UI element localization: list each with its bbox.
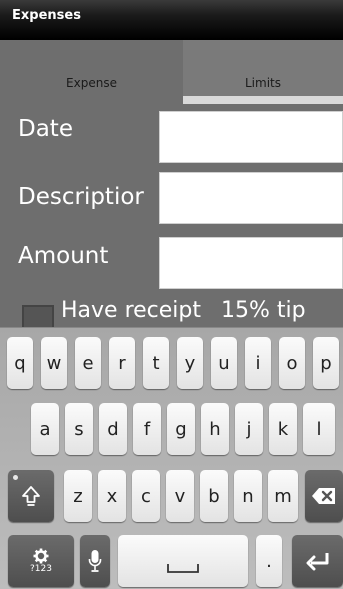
symbols-label: ?123	[30, 564, 52, 574]
backspace-icon	[312, 488, 335, 504]
amount-label: Amount	[18, 243, 109, 269]
key-c[interactable]: c	[132, 470, 160, 522]
receipt-row: Have receipt 15% tip	[0, 295, 343, 333]
tab-expense-label: Expense	[66, 76, 117, 90]
key-t[interactable]: t	[143, 337, 169, 389]
key-z[interactable]: z	[64, 470, 92, 522]
key-u[interactable]: u	[211, 337, 237, 389]
key-q[interactable]: q	[7, 337, 33, 389]
key-s[interactable]: s	[65, 403, 93, 455]
enter-icon	[306, 553, 328, 571]
amount-input[interactable]	[159, 237, 343, 289]
description-input[interactable]	[159, 172, 343, 224]
key-g[interactable]: g	[167, 403, 195, 455]
microphone-icon	[88, 550, 102, 572]
key-j[interactable]: j	[235, 403, 263, 455]
symbols-key[interactable]: ?123	[8, 535, 74, 587]
key-d[interactable]: d	[99, 403, 127, 455]
gear-icon	[33, 548, 49, 564]
tab-limits-label: Limits	[245, 76, 281, 90]
key-v[interactable]: v	[166, 470, 194, 522]
key-a[interactable]: a	[31, 403, 59, 455]
date-input[interactable]	[159, 111, 343, 163]
tab-bar: Expense Limits	[0, 40, 343, 104]
key-y[interactable]: y	[177, 337, 203, 389]
key-i[interactable]: i	[245, 337, 271, 389]
key-w[interactable]: w	[41, 337, 67, 389]
expense-screen: Expense Limits Date Descriptior Amount H…	[0, 40, 343, 333]
tip-label[interactable]: 15% tip	[221, 298, 306, 323]
period-key[interactable]: .	[256, 535, 282, 587]
key-o[interactable]: o	[279, 337, 305, 389]
key-b[interactable]: b	[200, 470, 228, 522]
key-m[interactable]: m	[268, 470, 298, 522]
space-key[interactable]	[118, 535, 248, 587]
microphone-key[interactable]	[80, 535, 110, 587]
key-k[interactable]: k	[269, 403, 297, 455]
key-x[interactable]: x	[98, 470, 126, 522]
app-title: Expenses	[12, 8, 81, 23]
key-l[interactable]: l	[303, 403, 335, 455]
tab-limits[interactable]: Limits	[183, 40, 343, 104]
key-e[interactable]: e	[75, 337, 101, 389]
receipt-label: Have receipt	[61, 298, 202, 323]
shift-indicator	[13, 475, 18, 480]
key-p[interactable]: p	[313, 337, 339, 389]
enter-key[interactable]	[292, 535, 343, 587]
soft-keyboard: q w e r t y u i o p a s d f g h j k l z …	[0, 327, 343, 589]
date-label: Date	[18, 116, 73, 142]
tab-expense[interactable]: Expense	[0, 40, 183, 104]
space-icon	[167, 564, 199, 573]
app-title-bar: Expenses	[0, 0, 343, 40]
backspace-key[interactable]	[305, 470, 343, 522]
key-h[interactable]: h	[201, 403, 229, 455]
shift-icon	[22, 486, 40, 506]
key-n[interactable]: n	[234, 470, 262, 522]
key-r[interactable]: r	[109, 337, 135, 389]
description-label: Descriptior	[18, 184, 144, 210]
shift-key[interactable]	[8, 470, 54, 522]
key-f[interactable]: f	[133, 403, 161, 455]
